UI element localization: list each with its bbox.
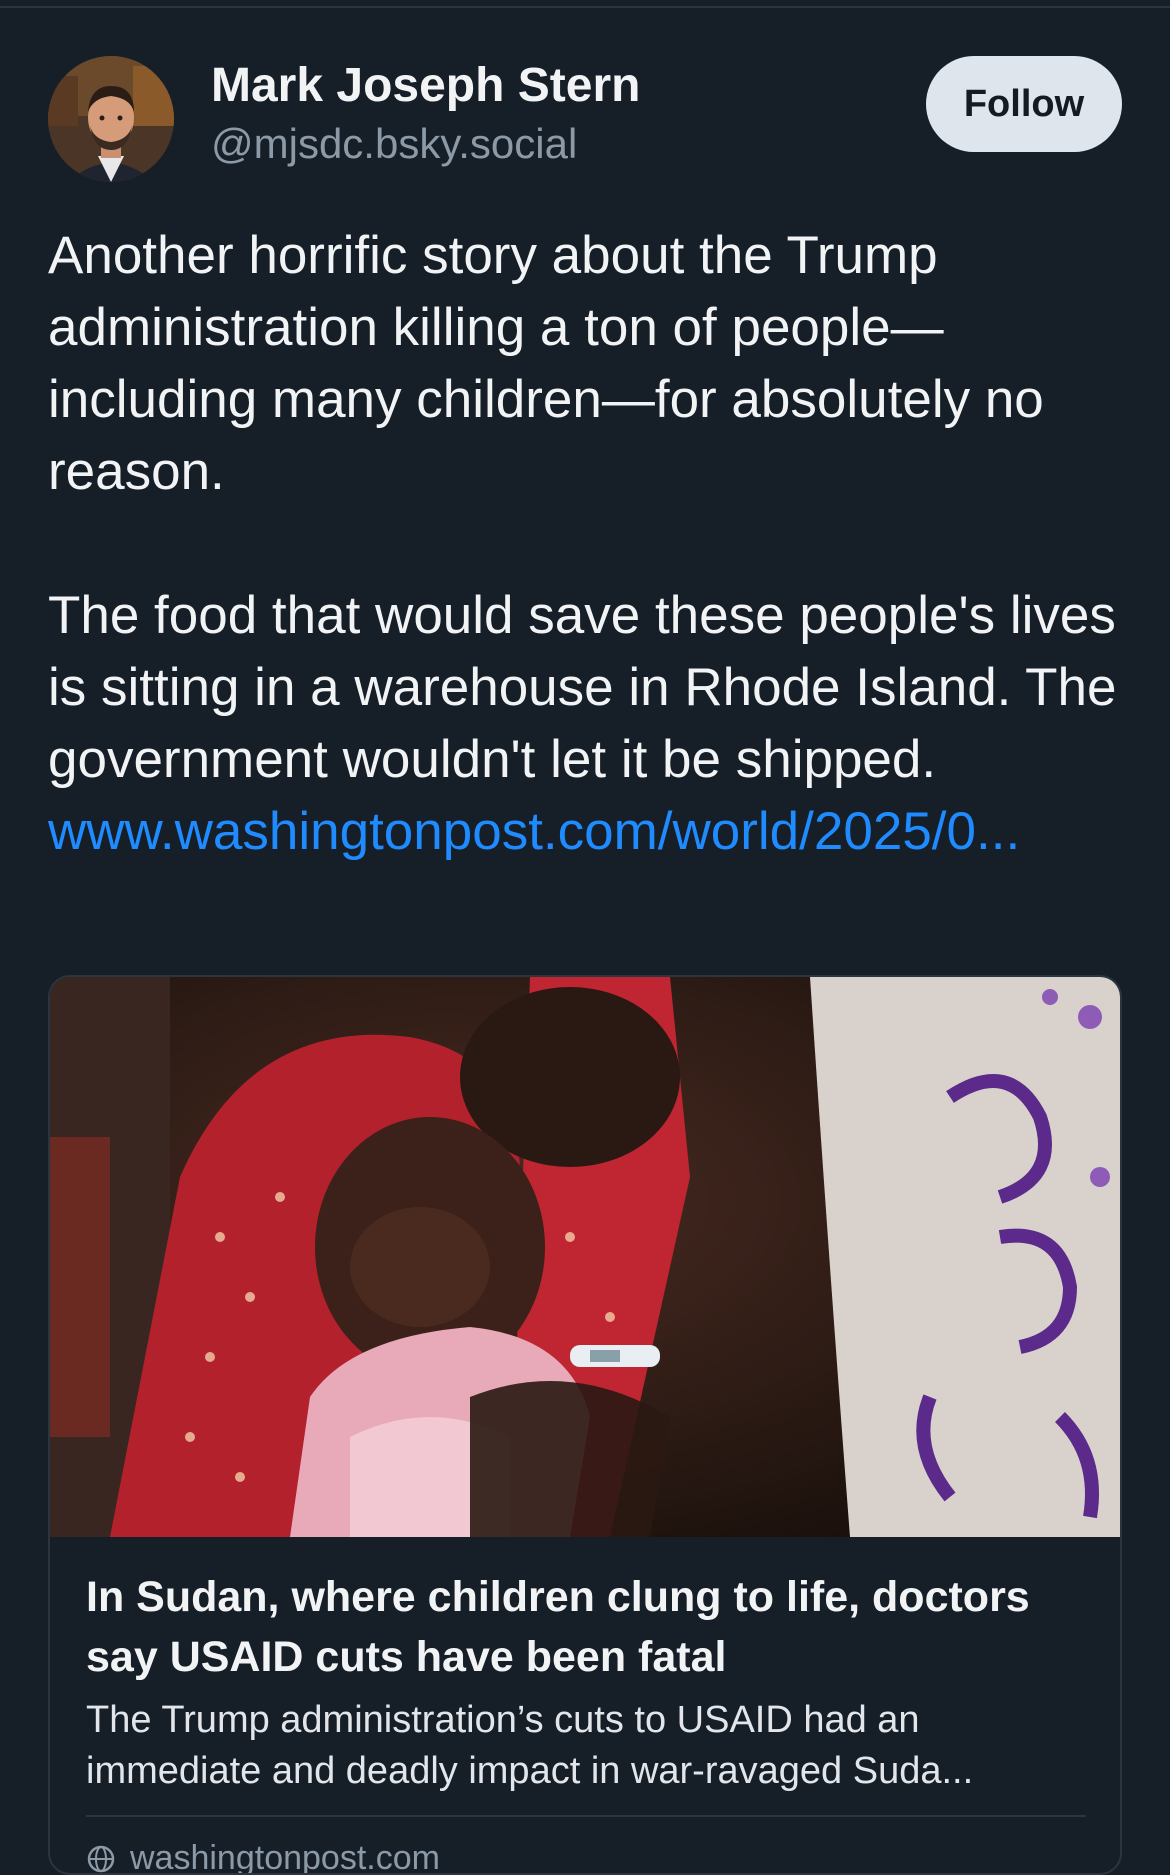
post-paragraph-1: Another horrific story about the Trump a… bbox=[48, 226, 1044, 501]
embed-description: The Trump administration’s cuts to USAID… bbox=[86, 1695, 1086, 1797]
embed-domain: washingtonpost.com bbox=[130, 1839, 440, 1875]
author-display-name[interactable]: Mark Joseph Stern bbox=[211, 58, 640, 114]
embed-photo-icon bbox=[50, 977, 1120, 1537]
post-header: Mark Joseph Stern @mjsdc.bsky.social Fol… bbox=[48, 56, 1122, 186]
post-body: Another horrific story about the Trump a… bbox=[48, 220, 1122, 868]
embed-thumbnail bbox=[50, 977, 1120, 1537]
post-link[interactable]: www.washingtonpost.com/world/2025/0... bbox=[48, 802, 1020, 861]
follow-button[interactable]: Follow bbox=[926, 56, 1122, 152]
author-handle[interactable]: @mjsdc.bsky.social bbox=[211, 114, 640, 174]
globe-icon bbox=[87, 1845, 115, 1872]
top-divider bbox=[0, 6, 1170, 8]
embed-domain-row: washingtonpost.com bbox=[86, 1839, 440, 1875]
author-info[interactable]: Mark Joseph Stern @mjsdc.bsky.social bbox=[211, 58, 640, 174]
embed-divider bbox=[86, 1815, 1086, 1817]
embed-description-line-2: immediate and deadly impact in war-ravag… bbox=[86, 1750, 974, 1792]
link-embed-card[interactable]: In Sudan, where children clung to life, … bbox=[48, 975, 1122, 1875]
embed-description-line-1: The Trump administration’s cuts to USAID… bbox=[86, 1699, 920, 1741]
embed-title[interactable]: In Sudan, where children clung to life, … bbox=[86, 1567, 1086, 1687]
author-avatar[interactable] bbox=[48, 56, 174, 182]
avatar-photo-icon bbox=[48, 56, 174, 182]
post-paragraph-2-text: The food that would save these people's … bbox=[48, 586, 1117, 789]
post-paragraph-2: The food that would save these people's … bbox=[48, 580, 1122, 868]
